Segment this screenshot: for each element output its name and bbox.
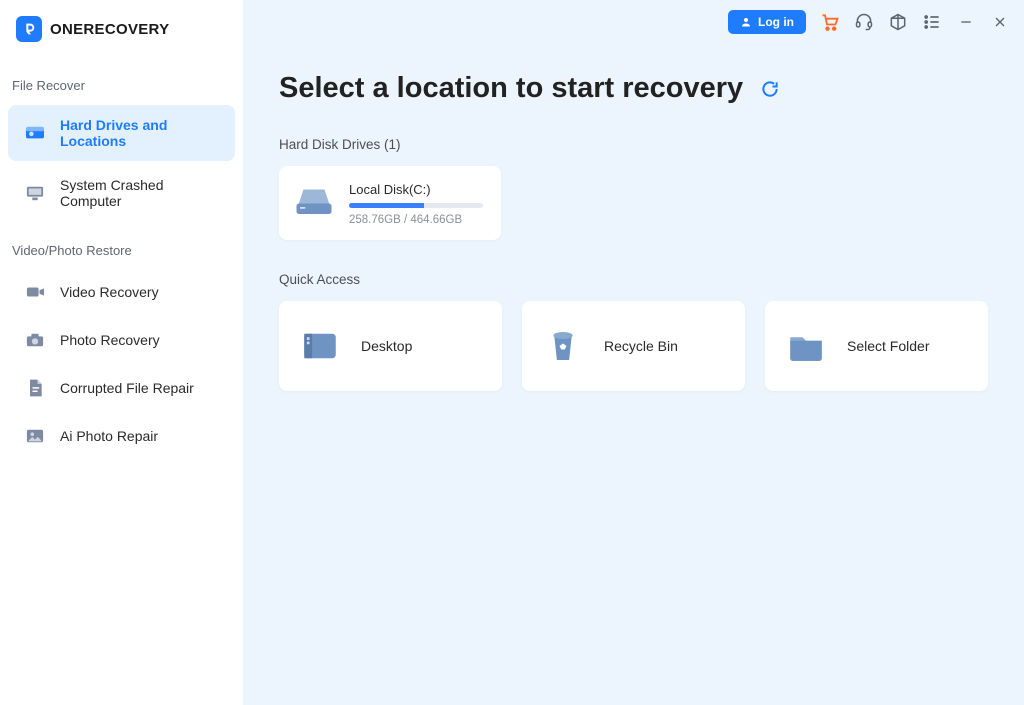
drives-section-label: Hard Disk Drives (1) — [279, 137, 988, 152]
monitor-icon — [24, 183, 46, 203]
sidebar: ONERECOVERY File Recover Hard Drives and… — [0, 0, 243, 705]
camera-icon — [24, 330, 46, 350]
drive-usage-fill — [349, 203, 424, 208]
main-content: Log in Select a location to start reco — [243, 0, 1024, 705]
sidebar-item-label: Video Recovery — [60, 284, 159, 300]
quick-access-label: Quick Access — [279, 272, 988, 287]
drive-usage-text: 258.76GB / 464.66GB — [349, 214, 483, 226]
login-label: Log in — [758, 15, 794, 29]
cart-icon[interactable] — [820, 12, 840, 32]
close-icon[interactable] — [990, 12, 1010, 32]
sidebar-item-label: Ai Photo Repair — [60, 428, 158, 444]
sidebar-item-video-recovery[interactable]: Video Recovery — [8, 270, 235, 314]
box-icon[interactable] — [888, 12, 908, 32]
app-name: ONERECOVERY — [50, 21, 169, 38]
sidebar-item-label: Hard Drives and Locations — [60, 117, 219, 149]
refresh-icon[interactable] — [759, 78, 781, 100]
quick-card-recycle-bin[interactable]: Recycle Bin — [522, 301, 745, 391]
quick-card-select-folder[interactable]: Select Folder — [765, 301, 988, 391]
login-button[interactable]: Log in — [728, 10, 806, 34]
sidebar-item-system-crashed[interactable]: System Crashed Computer — [8, 165, 235, 221]
quick-card-desktop[interactable]: Desktop — [279, 301, 502, 391]
sidebar-section-label: File Recover — [0, 60, 243, 101]
sidebar-item-photo-recovery[interactable]: Photo Recovery — [8, 318, 235, 362]
sidebar-item-label: Corrupted File Repair — [60, 380, 194, 396]
file-icon — [24, 378, 46, 398]
titlebar: Log in — [728, 10, 1010, 34]
image-icon — [24, 426, 46, 446]
sidebar-item-label: Photo Recovery — [60, 332, 160, 348]
minimize-icon[interactable] — [956, 12, 976, 32]
quick-label: Select Folder — [847, 338, 929, 354]
drive-card-local-disk-c[interactable]: Local Disk(C:) 258.76GB / 464.66GB — [279, 166, 501, 240]
quick-label: Desktop — [361, 338, 412, 354]
sidebar-item-corrupted-file-repair[interactable]: Corrupted File Repair — [8, 366, 235, 410]
folder-icon — [785, 325, 827, 367]
sidebar-section-label: Video/Photo Restore — [0, 225, 243, 266]
list-icon[interactable] — [922, 12, 942, 32]
sidebar-item-label: System Crashed Computer — [60, 177, 219, 209]
disk-icon — [293, 182, 335, 218]
desktop-folder-icon — [299, 325, 341, 367]
recycle-bin-icon — [542, 325, 584, 367]
page-title: Select a location to start recovery — [279, 72, 743, 105]
logo-icon — [16, 16, 42, 42]
support-icon[interactable] — [854, 12, 874, 32]
app-logo: ONERECOVERY — [0, 10, 243, 60]
drive-usage-bar — [349, 203, 483, 208]
video-icon — [24, 282, 46, 302]
sidebar-item-ai-photo-repair[interactable]: Ai Photo Repair — [8, 414, 235, 458]
sidebar-item-hard-drives[interactable]: Hard Drives and Locations — [8, 105, 235, 161]
quick-label: Recycle Bin — [604, 338, 678, 354]
hard-drive-icon — [24, 123, 46, 143]
drive-name: Local Disk(C:) — [349, 182, 483, 197]
